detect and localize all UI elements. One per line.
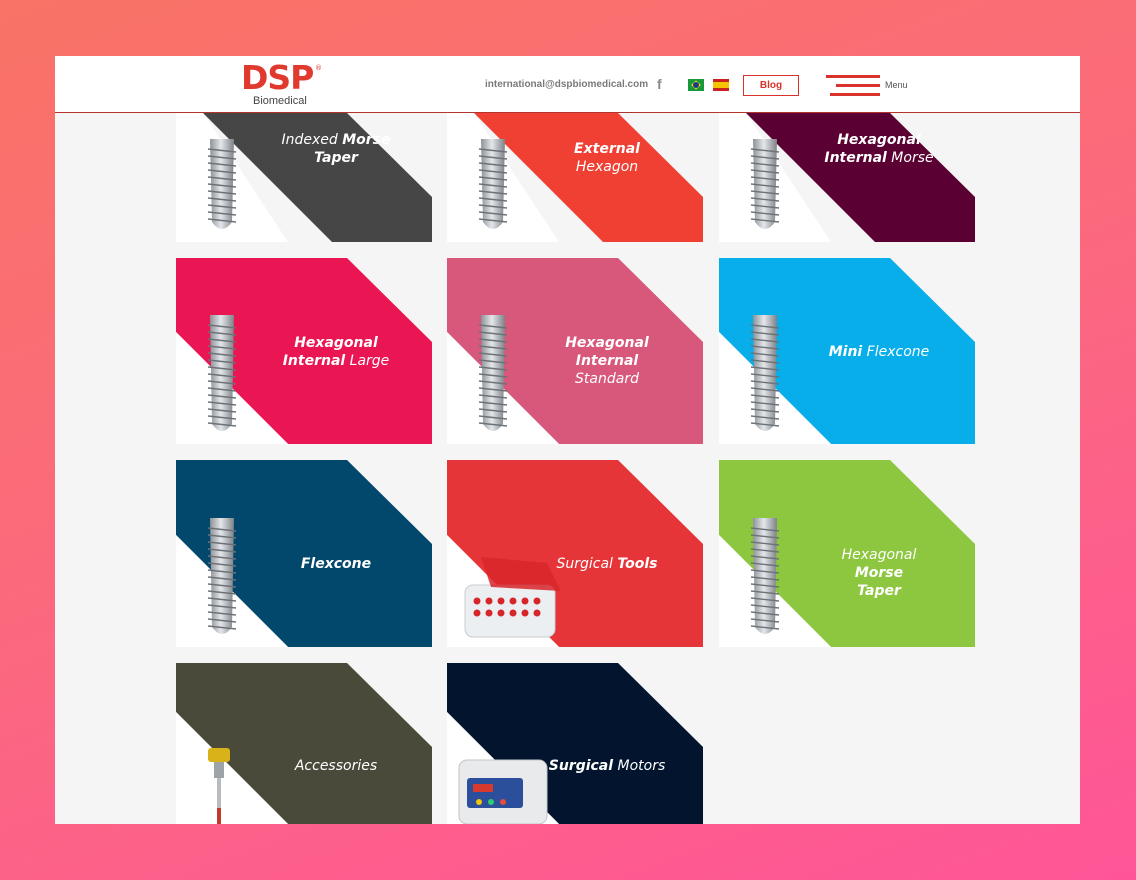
product-card-title[interactable]: Accessories — [274, 757, 398, 775]
title-strong: Taper — [857, 583, 901, 599]
dsp-logo[interactable]: DSP ® Biomedical — [241, 58, 322, 108]
title-strong: Hexagonal — [565, 335, 649, 351]
title-strong: Hexagonal — [837, 132, 921, 148]
product-card-title[interactable]: Hexagonal Morse Taper — [817, 546, 941, 600]
logo-text: DSP — [241, 58, 314, 97]
product-card-title[interactable]: Hexagonal Internal Standard — [545, 334, 669, 388]
product-card-title[interactable]: Indexed Morse Taper — [274, 131, 398, 167]
product-card-title[interactable]: Flexcone — [274, 555, 398, 573]
spain-flag-icon[interactable] — [713, 79, 729, 91]
title-strong: Tools — [617, 556, 658, 572]
title-light: Hexagonal — [841, 547, 917, 563]
facebook-icon[interactable]: f — [657, 76, 662, 92]
product-card[interactable]: Flexcone — [176, 460, 432, 647]
site-header: DSP ® Biomedical international@dspbiomed… — [55, 56, 1080, 113]
product-card[interactable]: Hexagonal Morse Taper — [719, 460, 975, 647]
title-strong: Hexagonal — [294, 335, 378, 351]
title-light: Hexagon — [575, 159, 639, 175]
title-strong: Internal — [824, 150, 887, 166]
product-card-title[interactable]: Hexagonal Internal Morse — [817, 131, 941, 167]
title-strong: Flexcone — [300, 556, 372, 572]
logo-registered-mark: ® — [315, 64, 322, 72]
title-light: Standard — [575, 371, 639, 387]
implant-icon — [478, 315, 508, 431]
page-frame: DSP ® Biomedical international@dspbiomed… — [55, 56, 1080, 824]
title-light: Surgical — [556, 556, 618, 572]
product-card-title[interactable]: Surgical Tools — [545, 555, 669, 573]
title-strong: Morse — [854, 565, 904, 581]
title-strong: Internal — [575, 353, 639, 369]
implant-icon — [750, 518, 780, 634]
product-card[interactable]: Surgical Motors — [447, 663, 703, 824]
product-card[interactable]: Mini Flexcone — [719, 258, 975, 444]
contact-email-link[interactable]: international@dspbiomedical.com — [485, 79, 648, 90]
implant-icon — [207, 139, 237, 229]
title-light: Motors — [613, 758, 666, 774]
title-strong: Internal — [282, 353, 346, 369]
title-light: Morse — [886, 150, 934, 166]
title-light: Flexcone — [862, 344, 930, 360]
product-card[interactable]: Hexagonal Internal Morse — [719, 113, 975, 242]
brazil-flag-icon[interactable] — [688, 79, 704, 91]
implant-icon — [207, 518, 237, 634]
implant-icon — [478, 139, 508, 229]
product-card[interactable]: Surgical Tools — [447, 460, 703, 647]
title-strong: Taper — [314, 150, 358, 166]
blog-button[interactable]: Blog — [743, 75, 799, 96]
surgical-motor-icon — [458, 759, 548, 824]
title-strong: External — [574, 141, 640, 157]
title-light: Indexed — [281, 132, 343, 148]
title-strong: Mini — [828, 344, 863, 360]
product-card[interactable]: Hexagonal Internal Large — [176, 258, 432, 444]
implant-icon — [207, 315, 237, 431]
title-strong: Morse — [342, 132, 391, 148]
title-strong: Surgical — [548, 758, 614, 774]
logo-subtitle: Biomedical — [253, 95, 307, 107]
product-card-title[interactable]: Surgical Motors — [545, 757, 669, 775]
implant-icon — [750, 139, 780, 229]
product-card[interactable]: Accessories — [176, 663, 432, 824]
menu-label[interactable]: Menu — [885, 80, 908, 90]
product-card[interactable]: External Hexagon — [447, 113, 703, 242]
hamburger-menu-icon[interactable] — [826, 75, 880, 97]
implant-icon — [750, 315, 780, 431]
product-card[interactable]: Indexed Morse Taper — [176, 113, 432, 242]
product-card-title[interactable]: Hexagonal Internal Large — [274, 334, 398, 370]
product-card[interactable]: Hexagonal Internal Standard — [447, 258, 703, 444]
title-light: Accessories — [294, 758, 378, 774]
screw-icon — [208, 748, 230, 824]
title-light: Large — [345, 353, 390, 369]
product-card-title[interactable]: External Hexagon — [545, 140, 669, 176]
product-card-title[interactable]: Mini Flexcone — [817, 343, 941, 361]
